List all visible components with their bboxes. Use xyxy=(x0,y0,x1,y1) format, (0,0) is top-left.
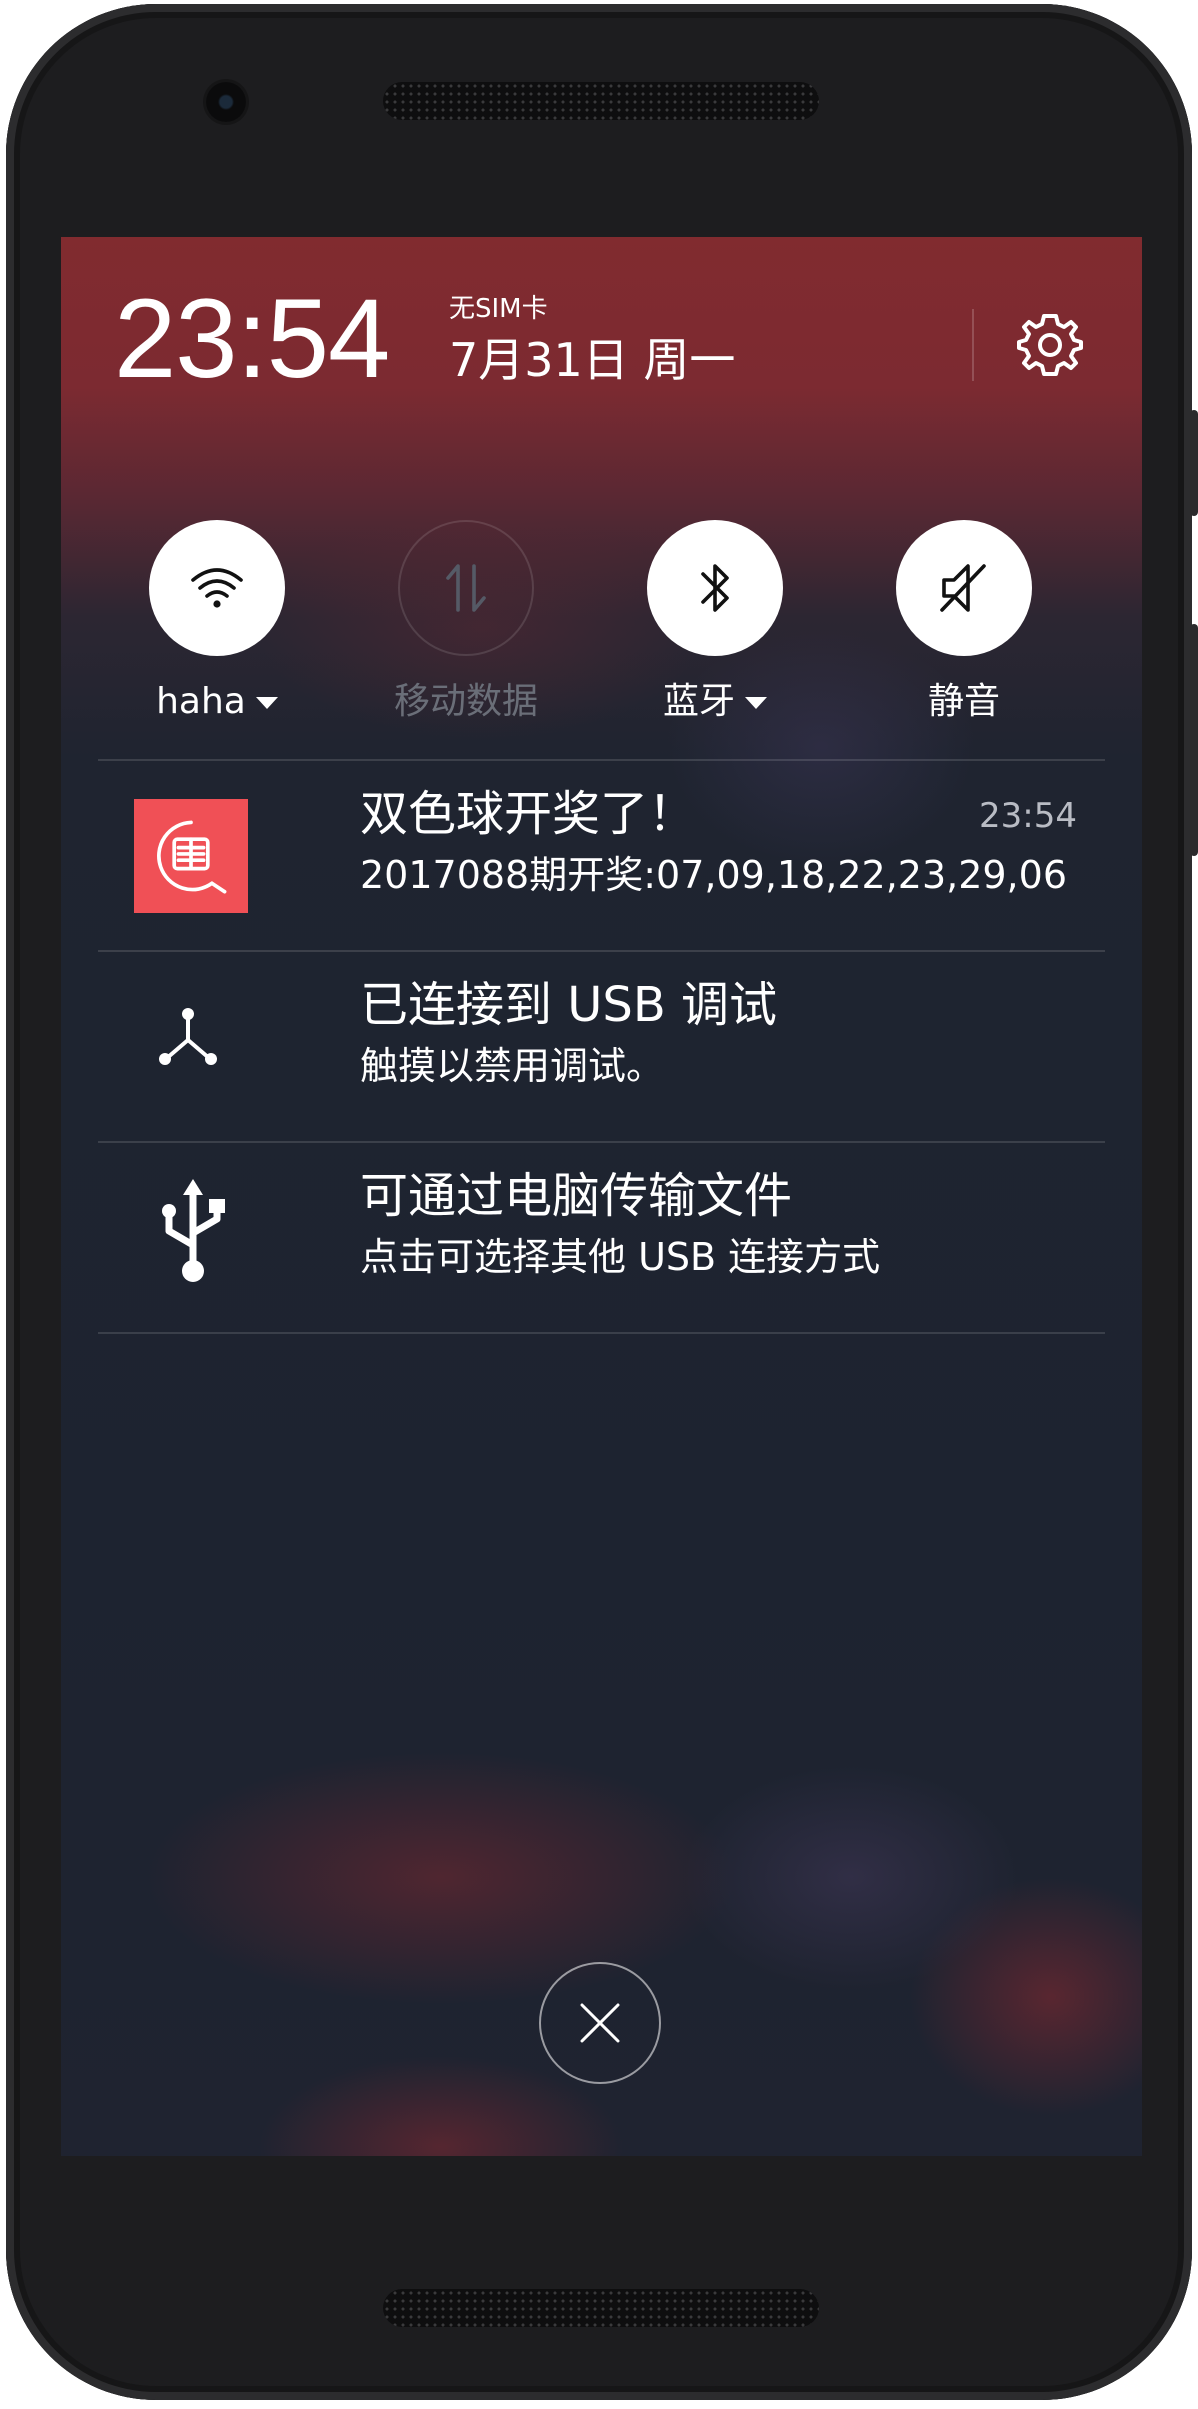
bluetooth-dropdown-icon[interactable] xyxy=(745,697,767,709)
header-divider xyxy=(972,309,974,381)
notification-subtitle: 点击可选择其他 USB 连接方式 xyxy=(360,1235,881,1279)
usb-icon xyxy=(153,1175,233,1289)
usb-debug-icon xyxy=(153,1002,223,1076)
mobile-data-toggle-button[interactable] xyxy=(398,520,534,656)
bottom-speaker xyxy=(383,2289,819,2327)
notification-usb-debug[interactable]: 已连接到 USB 调试 触摸以禁用调试。 xyxy=(98,952,1105,1140)
bluetooth-label-text: 蓝牙 xyxy=(662,681,735,722)
mute-icon xyxy=(940,564,986,612)
bluetooth-icon xyxy=(701,564,729,612)
divider xyxy=(98,1332,1105,1334)
clear-all-button[interactable] xyxy=(539,1962,661,2084)
wifi-toggle-button[interactable] xyxy=(149,520,285,656)
lottery-app-icon xyxy=(134,799,248,913)
bluetooth-toggle[interactable]: 蓝牙 xyxy=(615,520,815,722)
mute-toggle-button[interactable] xyxy=(896,520,1032,656)
mobile-data-label[interactable]: 移动数据 xyxy=(366,682,566,722)
mobile-data-icon xyxy=(446,564,486,612)
notification-title: 可通过电脑传输文件 xyxy=(360,1168,793,1224)
bluetooth-toggle-button[interactable] xyxy=(647,520,783,656)
notification-lottery[interactable]: 双色球开奖了！ 23:54 2017088期开奖:07,09,18,22,23,… xyxy=(98,761,1105,949)
sim-status: 无SIM卡 xyxy=(449,294,548,324)
mobile-data-toggle[interactable]: 移动数据 xyxy=(366,520,566,722)
top-speaker xyxy=(383,82,819,120)
status-clock: 23:54 xyxy=(114,276,390,401)
mute-toggle-label[interactable]: 静音 xyxy=(864,682,1064,722)
notification-time: 23:54 xyxy=(979,796,1077,836)
notification-subtitle: 2017088期开奖:07,09,18,22,23,29,06 xyxy=(360,853,1067,897)
wifi-network-name: haha xyxy=(156,681,246,722)
notification-title: 已连接到 USB 调试 xyxy=(360,977,778,1033)
notification-subtitle: 触摸以禁用调试。 xyxy=(360,1044,665,1088)
bluetooth-toggle-label[interactable]: 蓝牙 xyxy=(615,682,815,722)
notification-shade: 23:54 无SIM卡 7月31日 周一 haha 移动数据 蓝牙 静音 双色球… xyxy=(61,237,1142,2156)
power-button xyxy=(1190,410,1198,516)
phone-frame: 23:54 无SIM卡 7月31日 周一 haha 移动数据 蓝牙 静音 双色球… xyxy=(6,4,1198,2400)
close-icon xyxy=(580,2003,620,2043)
status-date: 7月31日 周一 xyxy=(449,333,736,387)
notification-title: 双色球开奖了！ xyxy=(360,786,697,842)
settings-gear-icon[interactable] xyxy=(1015,310,1085,380)
wifi-toggle[interactable]: haha xyxy=(117,520,317,722)
mute-toggle[interactable]: 静音 xyxy=(864,520,1064,722)
wifi-icon xyxy=(191,568,243,608)
wifi-dropdown-icon[interactable] xyxy=(255,697,278,709)
wifi-toggle-label[interactable]: haha xyxy=(117,682,317,722)
volume-button xyxy=(1190,624,1198,856)
front-camera xyxy=(206,82,246,122)
notification-usb-transfer[interactable]: 可通过电脑传输文件 点击可选择其他 USB 连接方式 xyxy=(98,1143,1105,1331)
